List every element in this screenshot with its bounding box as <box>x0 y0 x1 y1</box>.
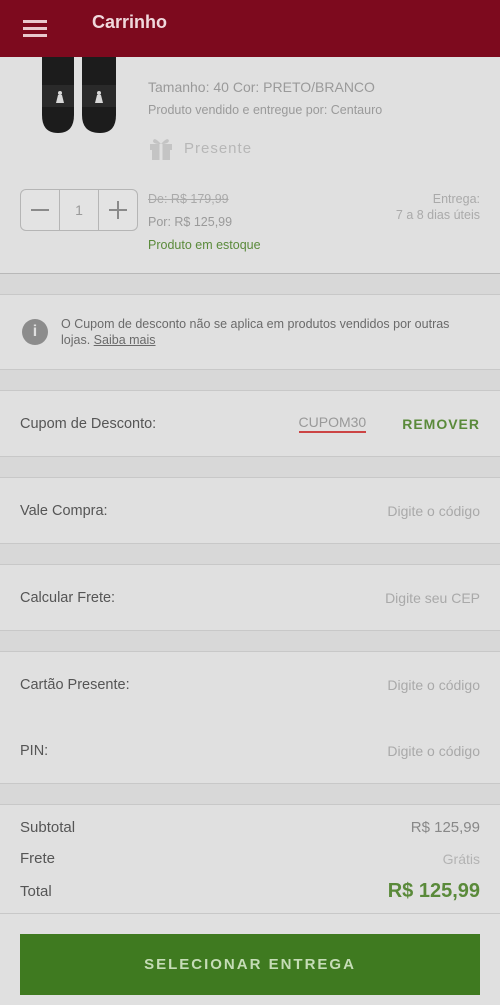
gift-icon <box>150 139 172 160</box>
increase-quantity-button[interactable] <box>99 190 137 230</box>
product-image[interactable] <box>38 57 122 137</box>
quantity-stepper: 1 <box>20 189 138 231</box>
giftcard-row[interactable]: Cartão Presente: Digite o código <box>0 652 500 718</box>
coupon-notice: i O Cupom de desconto não se aplica em p… <box>0 295 500 370</box>
coupon-label: Cupom de Desconto: <box>20 415 157 432</box>
hamburger-menu-icon[interactable] <box>0 0 70 57</box>
coupon-code: CUPOM30 <box>298 414 367 433</box>
subtotal-row: Subtotal R$ 125,99 <box>20 819 480 836</box>
checkout-footer: SELECIONAR ENTREGA <box>0 913 500 1005</box>
delivery-label: Entrega: <box>432 192 480 206</box>
subtotal-label: Subtotal <box>20 819 76 836</box>
product-seller: Produto vendido e entregue por: Centauro <box>148 103 383 117</box>
order-summary: Subtotal R$ 125,99 Frete Grátis Total R$… <box>0 805 500 915</box>
section-divider <box>0 784 500 805</box>
info-icon: i <box>22 319 48 345</box>
price-current: Por: R$ 125,99 <box>148 215 233 229</box>
shipping-row[interactable]: Calcular Frete: Digite seu CEP <box>0 565 500 631</box>
app-header: Carrinho <box>0 0 500 57</box>
quantity-value[interactable]: 1 <box>59 190 99 230</box>
minus-icon <box>31 209 49 211</box>
decrease-quantity-button[interactable] <box>21 190 59 230</box>
notice-text: O Cupom de desconto não se aplica em pro… <box>61 316 500 349</box>
voucher-label: Vale Compra: <box>20 502 108 519</box>
frete-label: Frete <box>20 850 56 867</box>
voucher-row[interactable]: Vale Compra: Digite o código <box>0 478 500 544</box>
coupon-row: Cupom de Desconto: CUPOM30 REMOVER <box>0 391 500 457</box>
section-divider <box>0 274 500 295</box>
total-value: R$ 125,99 <box>387 880 480 902</box>
pin-label: PIN: <box>20 742 49 759</box>
remove-coupon-button[interactable]: REMOVER <box>402 416 480 432</box>
frete-row: Frete Grátis <box>20 850 480 867</box>
delivery-estimate: Entrega: 7 a 8 dias úteis <box>396 192 480 223</box>
product-size-color: Tamanho: 40 Cor: PRETO/BRANCO <box>148 79 375 95</box>
saiba-mais-link[interactable]: Saiba mais <box>94 333 156 347</box>
page-title: Carrinho <box>92 12 168 32</box>
section-divider <box>0 370 500 391</box>
voucher-input[interactable]: Digite o código <box>387 503 480 519</box>
pin-row[interactable]: PIN: Digite o código <box>0 718 500 784</box>
select-delivery-button[interactable]: SELECIONAR ENTREGA <box>20 934 480 995</box>
total-row: Total R$ 125,99 <box>20 880 480 903</box>
giftcard-input[interactable]: Digite o código <box>387 677 480 693</box>
section-divider <box>0 457 500 478</box>
cart-product-item: Tamanho: 40 Cor: PRETO/BRANCO Produto ve… <box>0 57 500 274</box>
pin-input[interactable]: Digite o código <box>387 743 480 759</box>
gift-option[interactable]: Presente <box>148 135 252 161</box>
shipping-label: Calcular Frete: <box>20 589 116 606</box>
plus-icon <box>109 201 127 219</box>
section-divider <box>0 544 500 565</box>
cart-content: Tamanho: 40 Cor: PRETO/BRANCO Produto ve… <box>0 57 500 915</box>
stock-status: Produto em estoque <box>148 238 261 252</box>
cep-input[interactable]: Digite seu CEP <box>385 590 480 606</box>
section-divider <box>0 631 500 652</box>
price-original: De: R$ 179,99 <box>148 192 229 206</box>
frete-value: Grátis <box>442 850 480 867</box>
giftcard-label: Cartão Presente: <box>20 677 130 693</box>
gift-label: Presente <box>184 139 253 157</box>
subtotal-value: R$ 125,99 <box>410 819 480 836</box>
delivery-time: 7 a 8 dias úteis <box>395 207 480 222</box>
total-label: Total <box>20 883 52 900</box>
